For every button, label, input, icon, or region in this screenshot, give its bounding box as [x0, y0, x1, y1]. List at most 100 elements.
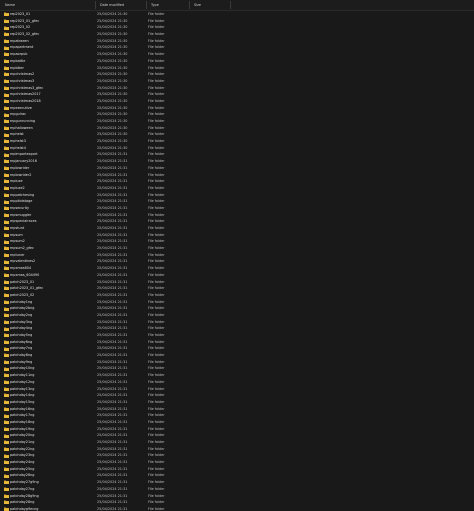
list-item[interactable]: mppatchesing 25/04/2024 21:31 File folder [0, 192, 474, 199]
file-size [191, 238, 231, 245]
list-item[interactable]: mphalloween 25/04/2024 21:30 File folder [0, 125, 474, 132]
list-item[interactable]: patchday13ng 25/04/2024 21:31 File folder [0, 386, 474, 393]
file-date-modified: 25/04/2024 21:31 [97, 219, 128, 224]
list-item[interactable]: patchday27g9ng 25/04/2024 21:31 File folde… [0, 479, 474, 486]
list-item[interactable]: mpchristmas3 25/04/2024 21:30 File folder [0, 78, 474, 85]
list-item[interactable]: mpapartment 25/04/2024 21:30 File folder [0, 44, 474, 51]
list-item[interactable]: mpsum2_gfec 25/04/2024 21:31 File folder [0, 245, 474, 252]
file-date-modified: 25/04/2024 21:31 [97, 292, 128, 297]
list-item[interactable]: patchday27ng 25/04/2024 21:31 File folder [0, 486, 474, 493]
list-item[interactable]: mpsum 25/04/2024 21:31 File folder [0, 232, 474, 239]
list-item[interactable]: patchday11ng 25/04/2024 21:31 File folder [0, 372, 474, 379]
list-item[interactable]: mpexecutive 25/04/2024 21:30 File folder [0, 105, 474, 112]
list-item[interactable]: mpheist 25/04/2024 21:30 File folder [0, 131, 474, 138]
list-item[interactable]: patchday26ng 25/04/2024 21:31 File folder [0, 472, 474, 479]
list-item[interactable]: mpxmas_604490 25/04/2024 21:31 File folder [0, 272, 474, 279]
file-date-modified: 25/04/2024 21:30 [97, 78, 128, 83]
list-item[interactable]: mpchristmas3_gfec 25/04/2024 21:30 File fo… [0, 85, 474, 92]
list-item[interactable]: mpstunt 25/04/2024 21:31 File folder [0, 225, 474, 232]
list-item[interactable]: mpxmas604 25/04/2024 21:31 File folder [0, 265, 474, 272]
list-item[interactable]: patchday18ng 25/04/2024 21:31 File folder [0, 419, 474, 426]
folder-icon [4, 93, 9, 97]
column-header-date-modified[interactable]: Date modified [96, 0, 147, 10]
list-item[interactable]: mpchristmas2018 25/04/2024 21:30 File fold… [0, 98, 474, 105]
list-item[interactable]: patchdayg9ecng 25/04/2024 21:31 File folde… [0, 506, 474, 511]
list-item[interactable]: rep2023_02_gfec 25/04/2024 21:30 File fold… [0, 31, 474, 38]
list-item[interactable]: patchday14ng 25/04/2024 21:31 File folder [0, 392, 474, 399]
file-size [191, 392, 231, 399]
list-item[interactable]: patchday8ng 25/04/2024 21:31 File folder [0, 352, 474, 359]
list-item[interactable]: mpaorpub 25/04/2024 21:30 File folder [0, 51, 474, 58]
column-header-bar: Name Date modified Type Size [0, 0, 474, 11]
list-item[interactable]: patchday2bng 25/04/2024 21:31 File folder [0, 305, 474, 312]
list-item[interactable]: patchday23ng 25/04/2024 21:31 File folder [0, 452, 474, 459]
list-item[interactable]: mpluxe 25/04/2024 21:31 File folder [0, 178, 474, 185]
list-item[interactable]: patchday4ng 25/04/2024 21:31 File folder [0, 325, 474, 332]
list-item[interactable]: patchday20ng 25/04/2024 21:31 File folder [0, 432, 474, 439]
file-type: File folder [148, 386, 165, 391]
list-item[interactable]: rep2023_01 25/04/2024 21:30 File folder [0, 11, 474, 18]
list-item[interactable]: mpsecurity 25/04/2024 21:31 File folder [0, 205, 474, 212]
list-item[interactable]: patchday28g9ng 25/04/2024 21:31 File folde… [0, 493, 474, 500]
list-item[interactable]: patchday22ng 25/04/2024 21:31 File folder [0, 446, 474, 453]
list-item[interactable]: mpheist4 25/04/2024 21:30 File folder [0, 145, 474, 152]
file-size [191, 44, 231, 51]
list-item[interactable]: mptuner 25/04/2024 21:31 File folder [0, 252, 474, 259]
list-item[interactable]: rep2023_02 25/04/2024 21:30 File folder [0, 24, 474, 31]
list-item[interactable]: patchday9ng 25/04/2024 21:31 File folder [0, 359, 474, 366]
list-item[interactable]: mplowrider2 25/04/2024 21:31 File folder [0, 172, 474, 179]
list-item[interactable]: mpheist3 25/04/2024 21:30 File folder [0, 138, 474, 145]
list-item[interactable]: patchday5ng 25/04/2024 21:31 File folder [0, 332, 474, 339]
list-item[interactable]: mpjanuary2016 25/04/2024 21:31 File folder [0, 158, 474, 165]
column-header-size[interactable]: Size [190, 0, 230, 10]
list-item[interactable]: patch2023_02 25/04/2024 21:31 File folder [0, 292, 474, 299]
list-item[interactable]: patchday6ng 25/04/2024 21:31 File folder [0, 339, 474, 346]
list-item[interactable]: mpbiker 25/04/2024 21:30 File folder [0, 65, 474, 72]
list-item[interactable]: patchday1ng 25/04/2024 21:31 File folder [0, 299, 474, 306]
file-name: mpluxe [10, 179, 23, 184]
file-type: File folder [148, 32, 165, 37]
list-item[interactable]: patch2023_01_gfec 25/04/2024 21:31 File fo… [0, 285, 474, 292]
list-item[interactable]: patchday28ng 25/04/2024 21:31 File folder [0, 499, 474, 506]
list-item[interactable]: mpsmuggler 25/04/2024 21:31 File folder [0, 212, 474, 219]
list-item[interactable]: patchday24ng 25/04/2024 21:31 File folder [0, 459, 474, 466]
list-item[interactable]: mpspecialraces 25/04/2024 21:31 File folde… [0, 218, 474, 225]
list-item[interactable]: mpsum2 25/04/2024 21:31 File folder [0, 238, 474, 245]
list-item[interactable]: patchday15ng 25/04/2024 21:31 File folder [0, 399, 474, 406]
list-item[interactable]: patchday12ng 25/04/2024 21:31 File folder [0, 379, 474, 386]
file-size [191, 419, 231, 426]
list-item[interactable]: patchday19ng 25/04/2024 21:31 File folder [0, 426, 474, 433]
list-item[interactable]: mplowrider 25/04/2024 21:31 File folder [0, 165, 474, 172]
list-item[interactable]: mpatraeen 25/04/2024 21:30 File folder [0, 38, 474, 45]
list-item[interactable]: mpchristmas2017 25/04/2024 21:30 File fold… [0, 91, 474, 98]
list-item[interactable]: mpchristmas2 25/04/2024 21:30 File folder [0, 71, 474, 78]
list-item[interactable]: patchday21ng 25/04/2024 21:31 File folder [0, 439, 474, 446]
list-item[interactable]: patchday17ng 25/04/2024 21:31 File folder [0, 412, 474, 419]
column-header-type[interactable]: Type [147, 0, 190, 10]
list-item[interactable]: mpgunrunning 25/04/2024 21:30 File folder [0, 118, 474, 125]
file-name: patchday24ng [10, 460, 35, 465]
file-type: File folder [148, 299, 165, 304]
list-item[interactable]: mppilotstage 25/04/2024 21:31 File folder [0, 198, 474, 205]
list-item[interactable]: mpgulrac 25/04/2024 21:30 File folder [0, 111, 474, 118]
file-name: mpexecutive [10, 105, 32, 110]
file-type: File folder [148, 98, 165, 103]
list-item[interactable]: patchday16ng 25/04/2024 21:31 File folder [0, 406, 474, 413]
list-item[interactable]: mpluxe2 25/04/2024 21:31 File folder [0, 185, 474, 192]
file-type: File folder [148, 232, 165, 237]
file-date-modified: 25/04/2024 21:30 [97, 132, 128, 137]
column-header-name[interactable]: Name [1, 0, 95, 10]
list-item[interactable]: patchday10ng 25/04/2024 21:31 File folder [0, 365, 474, 372]
file-type: File folder [148, 219, 165, 224]
list-item[interactable]: patchday3ng 25/04/2024 21:31 File folder [0, 319, 474, 326]
list-item[interactable]: patchday25ng 25/04/2024 21:31 File folder [0, 466, 474, 473]
column-divider[interactable] [230, 1, 231, 9]
list-item[interactable]: mpbattle 25/04/2024 21:30 File folder [0, 58, 474, 65]
list-item[interactable]: patch2023_01 25/04/2024 21:31 File folder [0, 279, 474, 286]
file-size [191, 165, 231, 172]
list-item[interactable]: mpimportexport 25/04/2024 21:31 File folde… [0, 151, 474, 158]
list-item[interactable]: rep2023_01_gfec 25/04/2024 21:30 File fold… [0, 18, 474, 25]
list-item[interactable]: patchday2ng 25/04/2024 21:31 File folder [0, 312, 474, 319]
list-item[interactable]: patchday7ng 25/04/2024 21:31 File folder [0, 345, 474, 352]
list-item[interactable]: mpvalentines2 25/04/2024 21:31 File folder [0, 258, 474, 265]
